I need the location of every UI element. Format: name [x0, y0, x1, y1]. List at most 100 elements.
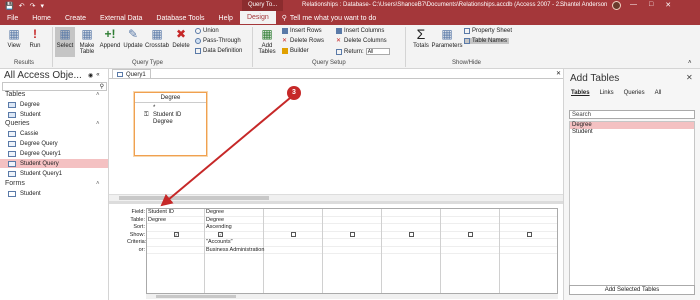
grid-criteria-cell[interactable] — [264, 239, 322, 247]
scrollbar-thumb[interactable] — [156, 295, 236, 298]
grid-criteria-cell[interactable] — [323, 239, 381, 247]
delete-rows-button[interactable]: ✕ Delete Rows — [282, 38, 324, 44]
show-checkbox[interactable] — [291, 231, 296, 237]
view-button[interactable]: ▦ View — [5, 27, 23, 49]
grid-field-cell[interactable]: Student ID — [147, 209, 204, 217]
parameters-button[interactable]: ▦ Parameters — [432, 27, 463, 49]
close-icon[interactable]: ✕ — [665, 1, 671, 9]
grid-field-cell[interactable]: Degree — [205, 209, 263, 217]
builder-button[interactable]: Builder — [282, 48, 309, 54]
select-query-button[interactable]: ▦ Select — [55, 27, 75, 57]
grid-field-cell[interactable] — [323, 209, 381, 217]
collapse-tables-icon[interactable]: ˄ — [96, 92, 100, 98]
nav-item-query[interactable]: Degree Query1 — [0, 149, 108, 158]
tab-home[interactable]: Home — [25, 12, 58, 25]
scrollbar-thumb[interactable] — [119, 196, 269, 200]
field-item[interactable]: Degree — [135, 119, 206, 126]
grid-table-cell[interactable] — [441, 217, 499, 224]
show-checkbox[interactable] — [527, 231, 532, 237]
nav-search-input[interactable]: ⚲ — [2, 82, 107, 91]
save-icon[interactable]: 💾 — [5, 2, 14, 10]
grid-field-cell[interactable] — [441, 209, 499, 217]
grid-or-cell[interactable] — [382, 247, 440, 254]
grid-or-cell[interactable] — [323, 247, 381, 254]
pane-list-item[interactable]: Student — [570, 129, 694, 136]
undo-icon[interactable]: ↶ — [19, 2, 25, 10]
grid-or-cell[interactable]: Business Administration — [205, 247, 264, 254]
grid-field-cell[interactable] — [382, 209, 440, 217]
grid-criteria-cell[interactable] — [500, 239, 557, 247]
grid-or-cell[interactable] — [441, 247, 499, 254]
dropdown-icon[interactable]: ◉ — [88, 72, 93, 79]
return-select[interactable]: All — [365, 48, 390, 55]
tab-external-data[interactable]: External Data — [93, 12, 149, 25]
grid-field-cell[interactable] — [500, 209, 557, 217]
make-table-button[interactable]: ▦ Make Table — [77, 27, 97, 55]
collapse-forms-icon[interactable]: ˄ — [96, 181, 100, 187]
tab-create[interactable]: Create — [58, 12, 93, 25]
add-selected-tables-button[interactable]: Add Selected Tables — [569, 285, 695, 295]
maximize-icon[interactable]: □ — [649, 1, 653, 9]
minimize-icon[interactable]: — — [630, 1, 637, 9]
nav-section-queries[interactable]: Queries — [5, 120, 30, 127]
nav-item-query[interactable]: Student Query1 — [0, 169, 108, 178]
grid-sort-cell[interactable] — [264, 224, 322, 232]
grid-sort-cell[interactable] — [382, 224, 440, 232]
union-button[interactable]: Union — [195, 28, 219, 34]
tab-design[interactable]: Design — [239, 11, 276, 25]
nav-item-table[interactable]: Student — [0, 110, 108, 119]
redo-icon[interactable]: ↷ — [30, 2, 36, 10]
avatar[interactable] — [612, 1, 621, 10]
grid-scrollbar[interactable] — [146, 294, 558, 299]
grid-criteria-cell[interactable] — [147, 239, 204, 247]
grid-or-cell[interactable] — [147, 247, 204, 254]
data-definition-button[interactable]: Data Definition — [195, 48, 242, 54]
grid-criteria-cell[interactable] — [382, 239, 440, 247]
close-pane-icon[interactable]: ✕ — [686, 73, 693, 82]
grid-table-cell[interactable]: Degree — [205, 217, 263, 224]
tab-database-tools[interactable]: Database Tools — [149, 12, 211, 25]
grid-column[interactable] — [264, 209, 323, 293]
grid-sort-cell[interactable] — [441, 224, 499, 232]
delete-columns-button[interactable]: ✕ Delete Columns — [336, 38, 387, 44]
nav-item-form[interactable]: Student — [0, 189, 108, 198]
table-names-button[interactable]: Table Names — [464, 38, 510, 44]
collapse-ribbon-icon[interactable]: ˄ — [688, 60, 692, 66]
grid-column[interactable] — [441, 209, 500, 293]
grid-column[interactable] — [323, 209, 382, 293]
nav-item-query[interactable]: Cassie — [0, 129, 108, 138]
shutter-bar-icon[interactable]: « — [96, 72, 99, 79]
insert-columns-button[interactable]: Insert Columns — [336, 28, 384, 34]
grid-table-cell[interactable] — [323, 217, 381, 224]
grid-column[interactable]: Student ID Degree ✓ — [147, 209, 205, 293]
grid-column[interactable]: Degree Degree Ascending ✓ "Accounts" Bus… — [205, 209, 264, 293]
grid-sort-cell[interactable] — [500, 224, 557, 232]
tab-help[interactable]: Help — [212, 12, 240, 25]
show-checkbox[interactable] — [409, 231, 414, 237]
totals-button[interactable]: Σ Totals — [410, 27, 432, 49]
grid-field-cell[interactable] — [264, 209, 322, 217]
property-sheet-button[interactable]: Property Sheet — [464, 28, 512, 34]
grid-column[interactable] — [500, 209, 557, 293]
customize-icon[interactable]: ▾ — [40, 2, 44, 10]
pane-tab-tables[interactable]: Tables — [571, 90, 590, 96]
nav-section-tables[interactable]: Tables — [5, 91, 25, 98]
tell-me-box[interactable]: ⚲ Tell me what you want to do — [276, 11, 383, 25]
grid-table-cell[interactable] — [500, 217, 557, 224]
grid-column[interactable] — [382, 209, 441, 293]
field-item-all[interactable]: * — [135, 105, 206, 112]
pane-list-item-selected[interactable]: Degree — [570, 122, 694, 129]
run-button[interactable]: ! Run — [27, 27, 43, 49]
pane-tab-queries[interactable]: Queries — [624, 90, 645, 96]
grid-or-cell[interactable] — [264, 247, 322, 254]
close-document-icon[interactable]: ✕ — [556, 70, 561, 77]
show-checkbox[interactable]: ✓ — [174, 231, 179, 237]
table-pane[interactable]: Degree * ⚿ Student ID Degree — [109, 78, 563, 203]
nav-item-query-selected[interactable]: Student Query — [0, 159, 108, 168]
grid-table-cell[interactable]: Degree — [147, 217, 204, 224]
show-checkbox[interactable] — [468, 231, 473, 237]
append-button[interactable]: +! Append — [99, 27, 121, 49]
grid-table-cell[interactable] — [382, 217, 440, 224]
pass-through-button[interactable]: Pass-Through — [195, 38, 241, 44]
add-tables-button[interactable]: ▦ Add Tables — [256, 27, 278, 55]
